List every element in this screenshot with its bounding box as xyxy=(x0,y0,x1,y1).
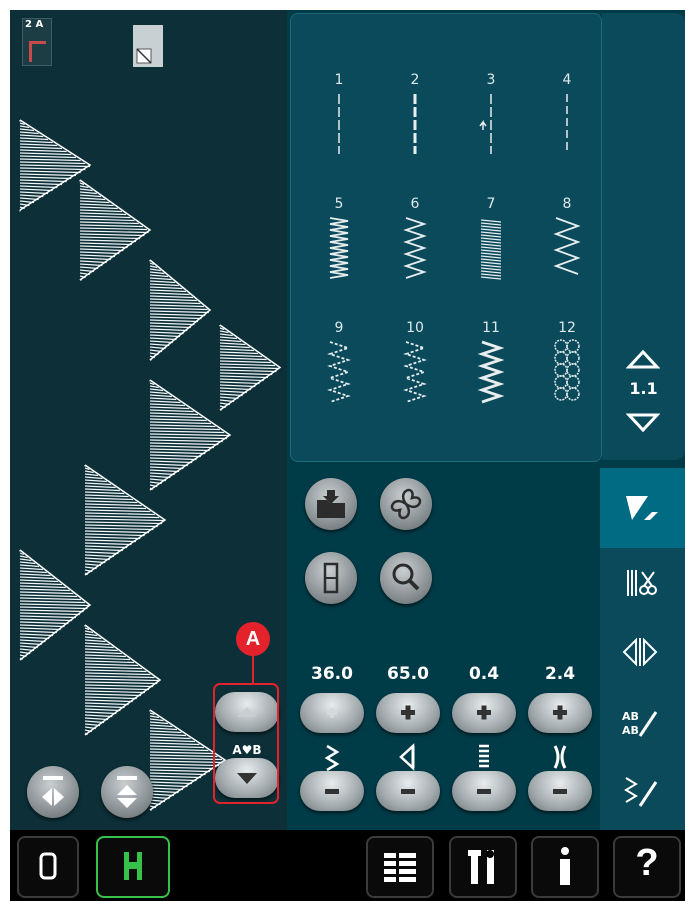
stitch-options-icon[interactable] xyxy=(618,486,662,530)
stitch-program-button[interactable] xyxy=(305,552,357,604)
stitch-number: 11 xyxy=(482,320,500,336)
stitch-cell-4[interactable]: 4 xyxy=(529,72,605,182)
stitch-icon xyxy=(566,94,568,154)
length-increase-button[interactable] xyxy=(452,693,516,733)
load-stitch-button[interactable] xyxy=(305,478,357,530)
sewing-screen: 2 A A♥B A 123456789101112 1.1 xyxy=(10,10,685,901)
settings-tools-button[interactable] xyxy=(449,836,517,898)
controls-area: 36.0 65.0 0.4 2.4 xyxy=(289,468,599,830)
stitch-tools-column: AB AB xyxy=(600,468,685,830)
stitch-number: 4 xyxy=(562,72,572,88)
stitch-number: 2 xyxy=(410,72,420,88)
stitch-triangle xyxy=(19,549,92,661)
stitch-icon xyxy=(338,94,340,154)
stitch-length-icon xyxy=(469,742,499,772)
bottom-taskbar: ? xyxy=(10,830,685,901)
stitch-triangle xyxy=(84,464,167,576)
callout-pointer xyxy=(252,655,254,683)
stitch-icon xyxy=(329,217,349,279)
stitch-icon xyxy=(553,217,581,275)
stitch-number: 9 xyxy=(334,320,344,336)
position-value: 65.0 xyxy=(387,664,429,684)
callout-badge: A xyxy=(236,622,270,656)
stitch-cell-7[interactable]: 7 xyxy=(453,196,529,306)
stitch-number: 3 xyxy=(486,72,496,88)
position-decrease-button[interactable] xyxy=(376,771,440,811)
width-value: 36.0 xyxy=(311,664,353,684)
stitch-menu-scroll: 1.1 xyxy=(602,13,685,460)
stitch-menu: 1 2 3 4 5 6 7 8 9 10 11 12 1.1 xyxy=(289,13,685,465)
stitch-icon xyxy=(403,341,427,403)
stitch-cell-10[interactable]: 10 xyxy=(377,320,453,430)
page-indicator: 1.1 xyxy=(629,379,658,398)
help-button[interactable]: ? xyxy=(613,836,681,898)
length-decrease-button[interactable] xyxy=(452,771,516,811)
stitch-number: 7 xyxy=(486,196,496,212)
stitch-triangle xyxy=(219,324,282,411)
length-value: 0.4 xyxy=(468,664,500,684)
stitch-cell-3[interactable]: 3 xyxy=(453,72,529,182)
width-increase-button[interactable] xyxy=(300,693,364,733)
stitch-cell-6[interactable]: 6 xyxy=(377,196,453,306)
stitch-density-icon xyxy=(545,742,575,772)
stitch-triangle xyxy=(149,379,232,491)
stitch-positioning-icon xyxy=(393,742,423,772)
svg-text:AB: AB xyxy=(622,724,639,737)
tie-off-options-icon[interactable] xyxy=(618,562,662,606)
presser-foot-label: 2 A xyxy=(25,19,44,30)
stitch-icon xyxy=(413,94,417,154)
stitch-triangle xyxy=(84,624,162,736)
stitch-icon xyxy=(480,219,502,280)
svg-text:AB: AB xyxy=(622,710,639,723)
stitch-number: 12 xyxy=(558,320,576,336)
density-value: 2.4 xyxy=(544,664,576,684)
sequence-edit-icon[interactable]: AB AB xyxy=(618,700,662,744)
stitch-cell-2[interactable]: 2 xyxy=(377,72,453,182)
stitch-grid: 1 2 3 4 5 6 7 8 9 10 11 12 xyxy=(290,13,602,462)
quick-menu-button[interactable] xyxy=(366,836,434,898)
stitch-techniques-button[interactable] xyxy=(380,478,432,530)
mirror-end-to-end-button[interactable] xyxy=(101,766,153,818)
stitch-cell-11[interactable]: 11 xyxy=(453,320,529,430)
stitch-cell-5[interactable]: 5 xyxy=(301,196,377,306)
scroll-down-icon[interactable] xyxy=(625,412,661,434)
stitch-number: 6 xyxy=(410,196,420,212)
stitch-number: 10 xyxy=(406,320,424,336)
stitch-triangle xyxy=(149,259,212,361)
position-increase-button[interactable] xyxy=(376,693,440,733)
tapering-icon[interactable] xyxy=(618,630,662,674)
presser-foot-icon: 2 A xyxy=(22,18,52,66)
stitch-cell-9[interactable]: 9 xyxy=(301,320,377,430)
density-decrease-button[interactable] xyxy=(528,771,592,811)
zoom-button[interactable] xyxy=(380,552,432,604)
density-increase-button[interactable] xyxy=(528,693,592,733)
stitch-cell-12[interactable]: 12 xyxy=(529,320,605,430)
info-button[interactable] xyxy=(531,836,599,898)
mirror-side-to-side-button[interactable] xyxy=(27,766,79,818)
sewing-mode-button[interactable] xyxy=(17,836,79,898)
stitch-cell-8[interactable]: 8 xyxy=(529,196,605,306)
stitch-triangle xyxy=(19,119,92,212)
embroidery-mode-button[interactable] xyxy=(96,836,170,898)
needle-plate-icon xyxy=(133,25,163,67)
stitch-number: 8 xyxy=(562,196,572,212)
stitch-number: 1 xyxy=(334,72,344,88)
stitch-icon xyxy=(403,217,427,279)
scroll-up-icon[interactable] xyxy=(625,348,661,370)
stitch-icon xyxy=(554,339,580,401)
stitch-cell-1[interactable]: 1 xyxy=(301,72,377,182)
stitch-number: 5 xyxy=(334,196,344,212)
stitch-triangle xyxy=(79,179,152,281)
help-label: ? xyxy=(635,842,659,884)
stitch-width-icon xyxy=(317,742,347,772)
callout-highlight-frame xyxy=(213,683,279,804)
stitch-icon xyxy=(327,341,351,403)
width-decrease-button[interactable] xyxy=(300,771,364,811)
stitch-edit-icon[interactable] xyxy=(618,770,662,814)
stitch-icon xyxy=(479,94,492,154)
stitch-icon xyxy=(477,340,505,404)
